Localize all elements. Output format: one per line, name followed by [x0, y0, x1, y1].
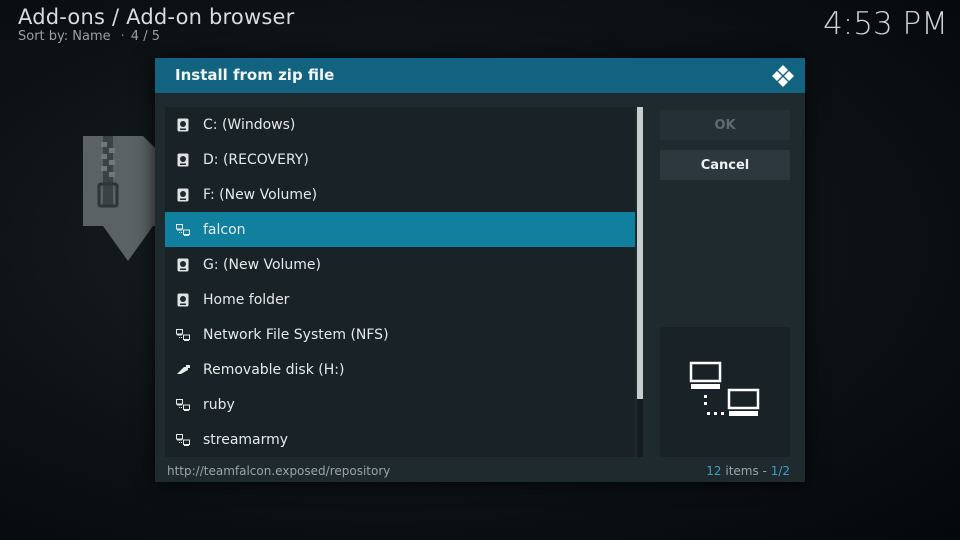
list-item-label: F: (New Volume) — [203, 186, 318, 203]
separator-dot: · — [120, 29, 125, 44]
item-count-suffix: items - — [721, 464, 771, 478]
list-item[interactable]: ruby — [165, 387, 635, 422]
preview-panel — [660, 327, 790, 457]
scrollbar-thumb[interactable] — [637, 107, 643, 399]
ok-button[interactable]: OK — [660, 110, 790, 140]
list-item-label: D: (RECOVERY) — [203, 151, 309, 168]
list-item-label: falcon — [203, 221, 246, 238]
list-item[interactable]: F: (New Volume) — [165, 177, 635, 212]
list-item[interactable]: Removable disk (H:) — [165, 352, 635, 387]
status-path: http://teamfalcon.exposed/repository — [167, 464, 391, 478]
list-item-label: G: (New Volume) — [203, 256, 321, 273]
list-item[interactable]: D: (RECOVERY) — [165, 142, 635, 177]
network-icon — [175, 432, 191, 448]
dialog-header: Install from zip file — [155, 58, 805, 93]
list-scrollbar[interactable] — [637, 107, 643, 457]
list-item[interactable]: G: (New Volume) — [165, 247, 635, 282]
clock: 4:53 PM — [823, 6, 948, 42]
list-item-selected[interactable]: falcon — [165, 212, 635, 247]
hard-drive-icon — [175, 152, 191, 168]
list-item-label: Removable disk (H:) — [203, 361, 345, 378]
source-list[interactable]: C: (Windows) D: (RECOVERY) F: (New Volum… — [165, 107, 635, 457]
item-count-number: 12 — [706, 464, 722, 478]
dialog-title: Install from zip file — [175, 66, 335, 84]
sort-info: Sort by: Name · 4 / 5 — [18, 29, 160, 44]
network-preview-icon — [689, 361, 760, 416]
usb-icon — [175, 362, 191, 378]
install-from-zip-dialog: Install from zip file C: (Windows) D: (R… — [155, 58, 805, 482]
hard-drive-icon — [175, 257, 191, 273]
hard-drive-icon — [175, 292, 191, 308]
list-item[interactable]: C: (Windows) — [165, 107, 635, 142]
list-item-label: ruby — [203, 396, 235, 413]
network-icon — [175, 222, 191, 238]
hard-drive-icon — [175, 117, 191, 133]
network-icon — [175, 327, 191, 343]
cancel-button[interactable]: Cancel — [660, 150, 790, 180]
kodi-logo-icon — [772, 65, 794, 87]
list-item[interactable]: Network File System (NFS) — [165, 317, 635, 352]
page-indicator: 1/2 — [770, 464, 790, 478]
item-count: 12 items - 1/2 — [706, 464, 790, 478]
list-item-label: Home folder — [203, 291, 290, 308]
page-title: Add-ons / Add-on browser — [18, 5, 295, 29]
position-counter: 4 / 5 — [130, 29, 160, 44]
list-item-label: C: (Windows) — [203, 116, 296, 133]
hard-drive-icon — [175, 187, 191, 203]
list-item-label: streamarmy — [203, 431, 289, 448]
sort-label: Sort by: Name — [18, 29, 111, 44]
list-item[interactable]: Home folder — [165, 282, 635, 317]
list-item-label: Network File System (NFS) — [203, 326, 389, 343]
list-item[interactable]: streamarmy — [165, 422, 635, 457]
network-icon — [175, 397, 191, 413]
